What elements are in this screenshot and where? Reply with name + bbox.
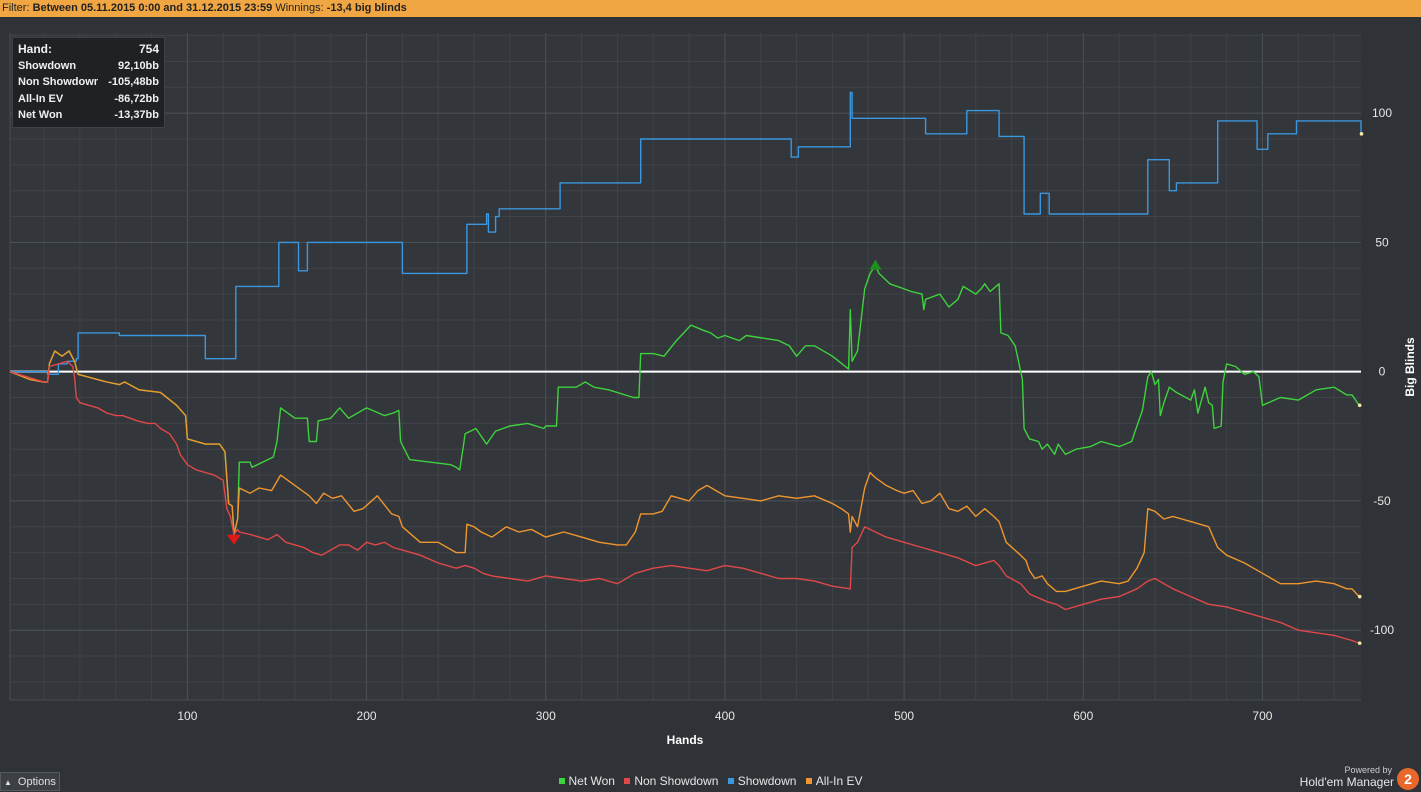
filter-label: Filter: [2,2,30,14]
series-end-point-net-won [1357,403,1362,408]
legend-swatch [727,778,734,784]
tooltip-value: -86,72bb [114,92,159,105]
x-axis-label: Hands [667,733,704,747]
filter-range: Between 05.11.2015 0:00 and 31.12.2015 2… [32,2,273,14]
legend-item-non-showdown[interactable]: Non Showdown [624,774,718,788]
legend-item-allin-ev[interactable]: All-In EV [805,774,863,788]
x-tick-label: 400 [715,709,735,723]
tooltip-key: All-In EV [18,92,64,105]
filter-bar: Filter: Between 05.11.2015 0:00 and 31.1… [0,0,1421,17]
tooltip-key: Non Showdown [18,76,98,89]
winnings-label: Winnings: [275,2,324,14]
x-tick-label: 700 [1252,709,1272,723]
winnings-value: -13,4 big blinds [326,2,407,14]
brand-logo: Powered by Hold'em Manager 2 [1296,764,1421,791]
legend-label: All-In EV [815,774,863,788]
series-end-point-non-showdown [1357,641,1362,645]
tooltip-row-allin-ev: All-In EV -86,72bb [18,91,159,108]
legend-swatch [624,778,631,784]
hover-tooltip: Hand: 754 Showdown 92,10bb Non Showdown … [12,37,165,128]
tooltip-key: Net Won [18,109,63,122]
tooltip-row-net-won: Net Won -13,37bb [18,107,159,124]
tooltip-value: 92,10bb [118,59,159,72]
tooltip-value: 754 [138,42,159,56]
series-end-point-all-in-ev [1357,594,1362,599]
y-tick-label: -50 [1373,494,1391,508]
legend-swatch [558,778,565,784]
legend-label: Non Showdown [634,774,719,788]
legend-label: Showdown [737,774,797,788]
y-tick-label: 100 [1372,106,1392,120]
tooltip-row-non-showdown: Non Showdown -105,48bb [18,74,159,91]
hm2-badge-icon: 2 [1397,768,1419,790]
series-end-point-showdown [1359,132,1364,136]
x-tick-label: 500 [894,709,914,723]
legend-item-showdown[interactable]: Showdown [727,774,797,788]
y-tick-label: 50 [1375,235,1389,249]
tooltip-key: Showdown [18,59,77,72]
y-tick-label: -100 [1370,623,1394,637]
winnings-chart: 100 200 300 400 500 600 700 -100 -50 0 50 100 Hands… [9,33,1417,747]
plot-area [10,33,1361,700]
x-tick-label: 200 [357,709,377,723]
tooltip-key: Hand: [18,42,52,56]
y-tick-label: 0 [1379,365,1386,379]
x-tick-label: 300 [536,709,556,723]
powered-by-text: Powered by [1344,765,1392,775]
brand-name: Hold'em Manager [1299,775,1394,789]
tooltip-value: -105,48bb [108,76,159,89]
tooltip-value: -13,37bb [114,109,159,122]
x-tick-label: 100 [177,709,197,723]
y-axis-label: Big Blinds [1403,337,1417,397]
legend-label: Net Won [568,774,615,788]
tooltip-row-hand: Hand: 754 [18,41,159,58]
tooltip-row-showdown: Showdown 92,10bb [18,58,159,75]
x-tick-label: 600 [1073,709,1093,723]
legend-item-net-won[interactable]: Net Won [558,774,615,788]
chart-legend: Net Won Non Showdown Showdown All-In EV [0,774,1421,788]
legend-swatch [805,778,812,784]
